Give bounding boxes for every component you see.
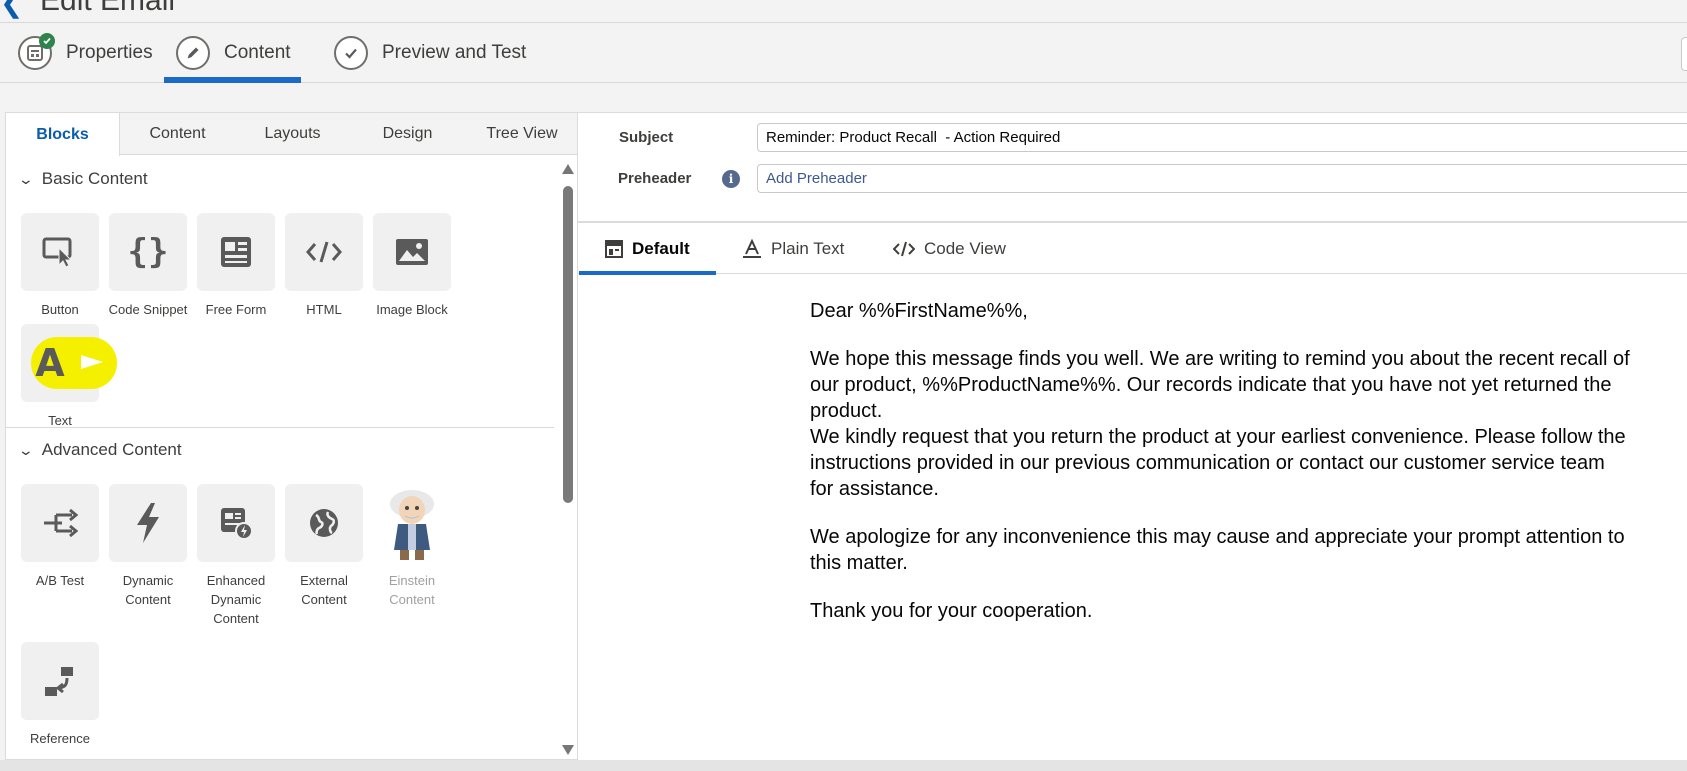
einstein-icon [373,484,451,562]
code-icon [893,241,915,257]
section-advanced-content[interactable]: ⌄ Advanced Content [17,440,182,460]
block-label: Einstein Content [388,573,436,607]
back-arrow-icon[interactable]: ❮ [0,0,23,19]
reference-icon [21,642,99,720]
layout-icon [605,239,623,258]
block-html[interactable]: HTML [284,213,364,319]
code-icon [285,213,363,291]
chevron-down-icon: ⌄ [17,170,35,187]
block-label: Free Form [205,302,267,317]
block-label: HTML [306,302,342,317]
tab-label: Default [632,238,690,258]
email-greeting: Dear %%FirstName%%, [810,300,1028,322]
tab-label: Code View [924,238,1006,258]
step-navigation: Properties Content Preview and Test [0,23,1687,83]
text-icon: A [21,324,117,402]
page-title: Edit Email [40,0,176,17]
block-free-form[interactable]: Free Form [196,213,276,319]
info-icon[interactable]: i [722,170,740,188]
chevron-down-icon: ⌄ [17,441,35,458]
step-content[interactable]: Content [164,23,301,83]
preheader-input[interactable] [757,164,1687,193]
tab-default[interactable]: Default [579,223,716,275]
block-image[interactable]: Image Block [372,213,452,319]
tab-design[interactable]: Design [350,113,465,155]
section-divider [6,427,554,428]
step-preview-and-test[interactable]: Preview and Test [334,23,526,83]
block-text[interactable]: A Text [20,324,117,430]
block-label: A/B Test [35,573,85,588]
properties-icon [18,33,55,70]
block-label: Dynamic Content [122,573,174,607]
ab-test-icon [21,484,99,562]
block-button[interactable]: Button [20,213,100,319]
scroll-up-arrow-icon[interactable] [562,164,574,174]
section-title: Advanced Content [41,440,182,459]
block-external-content[interactable]: External Content [284,484,364,609]
step-label: Preview and Test [382,42,527,63]
block-dynamic-content[interactable]: Dynamic Content [108,484,188,609]
email-editor: Subject Preheader i Default Plain Text C… [578,112,1687,760]
block-enhanced-dynamic-content[interactable]: Enhanced Dynamic Content [196,484,276,628]
block-reference[interactable]: Reference [20,642,100,748]
sidebar-tabs: Blocks Content Layouts Design Tree View [6,113,577,156]
enhanced-dynamic-icon [197,484,275,562]
button-cursor-icon [21,213,99,291]
blocks-list: ⌄ Basic Content Button {} Code Snippet F… [6,156,577,759]
bottom-scroll-strip [0,760,1687,771]
globe-icon [285,484,363,562]
step-properties[interactable]: Properties [18,23,153,83]
free-form-icon [197,213,275,291]
section-basic-content[interactable]: ⌄ Basic Content [17,169,148,189]
email-paragraph: We apologize for any inconvenience this … [810,526,1625,574]
tab-tree-view[interactable]: Tree View [465,113,577,155]
tab-plain-text[interactable]: Plain Text [742,223,844,274]
email-content-canvas[interactable]: Dear %%FirstName%%, We hope this message… [810,298,1630,646]
block-label: External Content [300,573,348,607]
content-builder-sidebar: Blocks Content Layouts Design Tree View … [5,112,578,760]
header-action-button[interactable] [1681,37,1687,71]
preheader-label: Preheader [618,170,692,187]
text-format-icon [742,238,762,259]
block-label: Reference [30,731,90,746]
view-tabs: Default Plain Text Code View [578,223,1687,275]
completed-check-icon [39,33,55,49]
block-einstein-content: Einstein Content [372,484,452,609]
tab-code-view[interactable]: Code View [893,223,1006,274]
block-label: Button [41,302,79,317]
scrollbar-thumb[interactable] [563,186,573,503]
email-closing: Thank you for your cooperation. [810,600,1093,622]
sidebar-scrollbar[interactable] [559,156,577,759]
section-title: Basic Content [41,169,148,188]
curly-braces-icon: {} [109,213,187,291]
step-label: Properties [66,42,153,63]
scroll-down-arrow-icon[interactable] [562,745,574,755]
block-label: Enhanced Dynamic Content [206,573,266,626]
image-icon [373,213,451,291]
lightning-icon [109,484,187,562]
checkmark-icon [334,36,368,70]
tab-content[interactable]: Content [120,113,235,155]
tab-label: Plain Text [771,238,845,258]
page-header: ❮ Edit Email [0,0,1687,23]
subject-label: Subject [619,129,674,146]
email-paragraph: We hope this message finds you well. We … [810,348,1630,422]
subject-input[interactable] [757,123,1687,152]
tab-blocks[interactable]: Blocks [6,113,120,156]
email-paragraph: We kindly request that you return the pr… [810,426,1626,500]
block-code-snippet[interactable]: {} Code Snippet [108,213,188,319]
tab-layouts[interactable]: Layouts [235,113,350,155]
block-ab-test[interactable]: A/B Test [20,484,100,590]
step-label: Content [224,42,291,63]
pencil-icon [176,36,210,70]
block-label: Code Snippet [108,302,188,317]
block-label: Image Block [376,302,448,317]
